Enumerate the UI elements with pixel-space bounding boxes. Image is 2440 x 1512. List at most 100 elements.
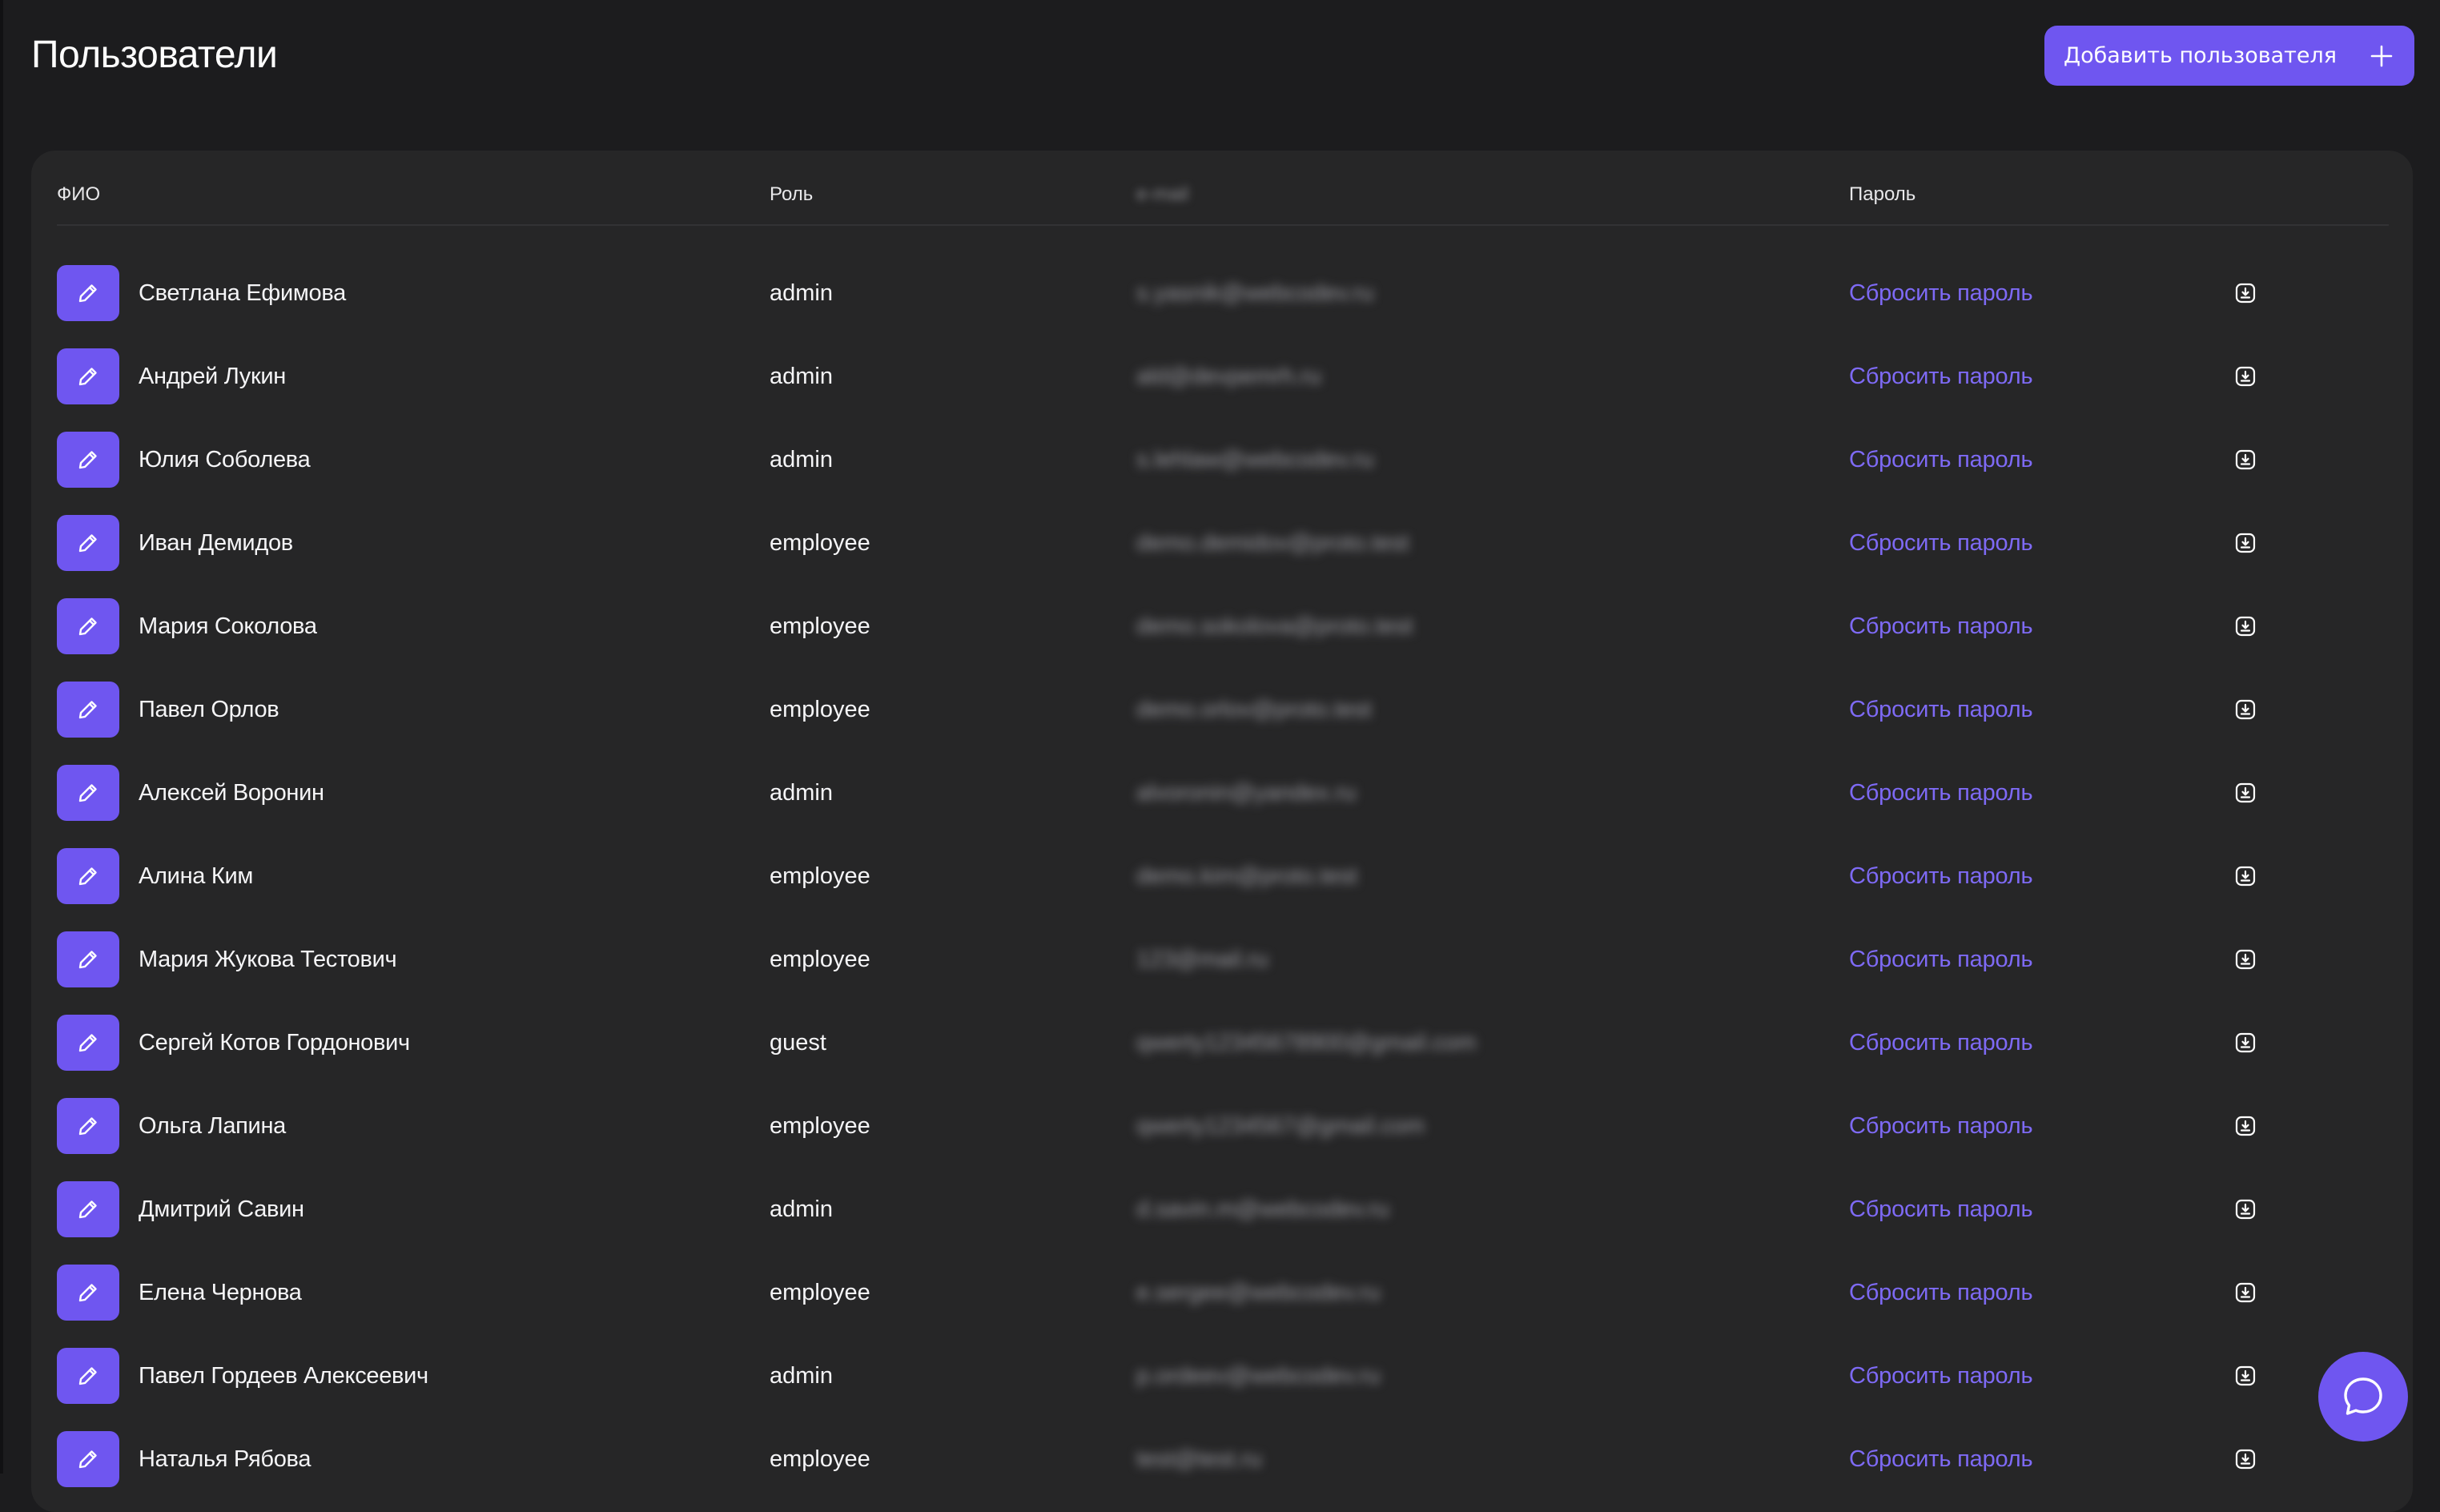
- pencil-icon: [78, 617, 97, 636]
- edit-user-button[interactable]: [57, 265, 119, 321]
- edit-user-button[interactable]: [57, 848, 119, 904]
- download-icon[interactable]: [2234, 782, 2257, 804]
- download-icon[interactable]: [2234, 1448, 2257, 1470]
- user-email: qwerty12345678900@gmail.com: [1136, 1030, 1477, 1056]
- table-row: Дмитрий Савин admin d.savin.m@webcodev.ru С…: [57, 1168, 2389, 1251]
- reset-password-link[interactable]: Сбросить пароль: [1849, 612, 2033, 641]
- reset-password-link[interactable]: Сбросить пароль: [1849, 1361, 2033, 1390]
- edit-user-button[interactable]: [57, 1015, 119, 1071]
- user-name: Иван Демидов: [139, 530, 293, 556]
- download-icon[interactable]: [2234, 865, 2257, 887]
- pencil-icon: [78, 451, 97, 469]
- user-role: admin: [770, 447, 833, 472]
- download-icon[interactable]: [2234, 948, 2257, 971]
- user-role: employee: [770, 947, 870, 972]
- user-name: Андрей Лукин: [139, 364, 286, 389]
- edit-user-button[interactable]: [57, 515, 119, 571]
- column-header-role: Роль: [770, 183, 814, 205]
- reset-password-link[interactable]: Сбросить пароль: [1849, 1278, 2033, 1307]
- edit-user-button[interactable]: [57, 682, 119, 738]
- pencil-icon: [78, 1117, 97, 1136]
- users-table: ФИО Роль e-mail Пароль Светлана Ефимова a…: [31, 151, 2413, 1512]
- user-role: admin: [770, 1363, 833, 1389]
- user-email: 123@mail.ru: [1136, 947, 1268, 972]
- reset-password-link[interactable]: Сбросить пароль: [1849, 862, 2033, 891]
- user-role: employee: [770, 1446, 870, 1472]
- edit-user-button[interactable]: [57, 1265, 119, 1321]
- table-row: Павел Орлов employee demo.orlov@proto.test…: [57, 668, 2389, 751]
- reset-password-link[interactable]: Сбросить пароль: [1849, 1112, 2033, 1140]
- chat-bubble-icon: [2344, 1377, 2382, 1415]
- pencil-icon: [78, 701, 97, 719]
- edit-user-button[interactable]: [57, 931, 119, 987]
- reset-password-link[interactable]: Сбросить пароль: [1849, 529, 2033, 557]
- user-email: qwerty1234567@gmail.com: [1136, 1113, 1425, 1139]
- user-role: guest: [770, 1030, 826, 1056]
- user-name: Наталья Рябова: [139, 1446, 312, 1472]
- user-name: Светлана Ефимова: [139, 280, 346, 306]
- table-row: Мария Жукова Тестович employee 123@mail.ru…: [57, 918, 2389, 1001]
- user-email: demo.sokolova@proto.test: [1136, 613, 1413, 639]
- user-name: Павел Орлов: [139, 697, 279, 722]
- user-name: Ольга Лапина: [139, 1113, 286, 1139]
- reset-password-link[interactable]: Сбросить пароль: [1849, 1028, 2033, 1057]
- reset-password-link[interactable]: Сбросить пароль: [1849, 279, 2033, 308]
- edit-user-button[interactable]: [57, 432, 119, 488]
- table-row: Алина Ким employee demo.kim@proto.test Сбро…: [57, 834, 2389, 918]
- edit-user-button[interactable]: [57, 1431, 119, 1487]
- download-icon[interactable]: [2234, 532, 2257, 554]
- edit-user-button[interactable]: [57, 1348, 119, 1404]
- download-icon[interactable]: [2234, 615, 2257, 637]
- table-row: Ольга Лапина employee qwerty1234567@gmail.…: [57, 1084, 2389, 1168]
- pencil-icon: [78, 534, 97, 553]
- reset-password-link[interactable]: Сбросить пароль: [1849, 1445, 2033, 1474]
- user-role: employee: [770, 613, 870, 639]
- user-email: alvoronin@yandex.ru: [1136, 780, 1357, 806]
- pencil-icon: [78, 1200, 97, 1219]
- edit-user-button[interactable]: [57, 1098, 119, 1154]
- pencil-icon: [78, 951, 97, 969]
- edit-user-button[interactable]: [57, 765, 119, 821]
- user-name: Дмитрий Савин: [139, 1196, 304, 1222]
- download-icon[interactable]: [2234, 1115, 2257, 1137]
- table-row: Наталья Рябова employee test@test.ru Сброси…: [57, 1418, 2389, 1501]
- download-icon[interactable]: [2234, 365, 2257, 388]
- user-name: Мария Жукова Тестович: [139, 947, 397, 972]
- download-icon[interactable]: [2234, 1365, 2257, 1387]
- download-icon[interactable]: [2234, 448, 2257, 471]
- add-user-button-label: Добавить пользователя: [2064, 43, 2337, 68]
- user-role: admin: [770, 780, 833, 806]
- pencil-icon: [78, 867, 97, 886]
- reset-password-link[interactable]: Сбросить пароль: [1849, 1195, 2033, 1224]
- download-icon[interactable]: [2234, 1031, 2257, 1054]
- user-role: admin: [770, 1196, 833, 1222]
- user-role: employee: [770, 1113, 870, 1139]
- user-name: Елена Чернова: [139, 1280, 302, 1305]
- download-icon[interactable]: [2234, 1198, 2257, 1220]
- download-icon[interactable]: [2234, 698, 2257, 721]
- table-row: Мария Соколова employee demo.sokolova@prot…: [57, 585, 2389, 668]
- user-name: Алина Ким: [139, 863, 253, 889]
- chat-button[interactable]: [2318, 1352, 2408, 1442]
- pencil-icon: [78, 1450, 97, 1469]
- pencil-icon: [78, 1284, 97, 1302]
- edit-user-button[interactable]: [57, 598, 119, 654]
- table-row: Сергей Котов Гордонович guest qwerty123456…: [57, 1001, 2389, 1084]
- user-name: Мария Соколова: [139, 613, 317, 639]
- reset-password-link[interactable]: Сбросить пароль: [1849, 945, 2033, 974]
- download-icon[interactable]: [2234, 282, 2257, 304]
- user-role: employee: [770, 697, 870, 722]
- pencil-icon: [78, 284, 97, 303]
- user-name: Павел Гордеев Алексеевич: [139, 1363, 428, 1389]
- edit-user-button[interactable]: [57, 1181, 119, 1237]
- table-row: Алексей Воронин admin alvoronin@yandex.ru С…: [57, 751, 2389, 834]
- reset-password-link[interactable]: Сбросить пароль: [1849, 445, 2033, 474]
- pencil-icon: [78, 368, 97, 386]
- download-icon[interactable]: [2234, 1281, 2257, 1304]
- add-user-button[interactable]: Добавить пользователя: [2044, 26, 2414, 86]
- table-row: Андрей Лукин admin ald@devpemrh.ru Сбросить…: [57, 335, 2389, 418]
- reset-password-link[interactable]: Сбросить пароль: [1849, 695, 2033, 724]
- reset-password-link[interactable]: Сбросить пароль: [1849, 362, 2033, 391]
- reset-password-link[interactable]: Сбросить пароль: [1849, 778, 2033, 807]
- edit-user-button[interactable]: [57, 348, 119, 404]
